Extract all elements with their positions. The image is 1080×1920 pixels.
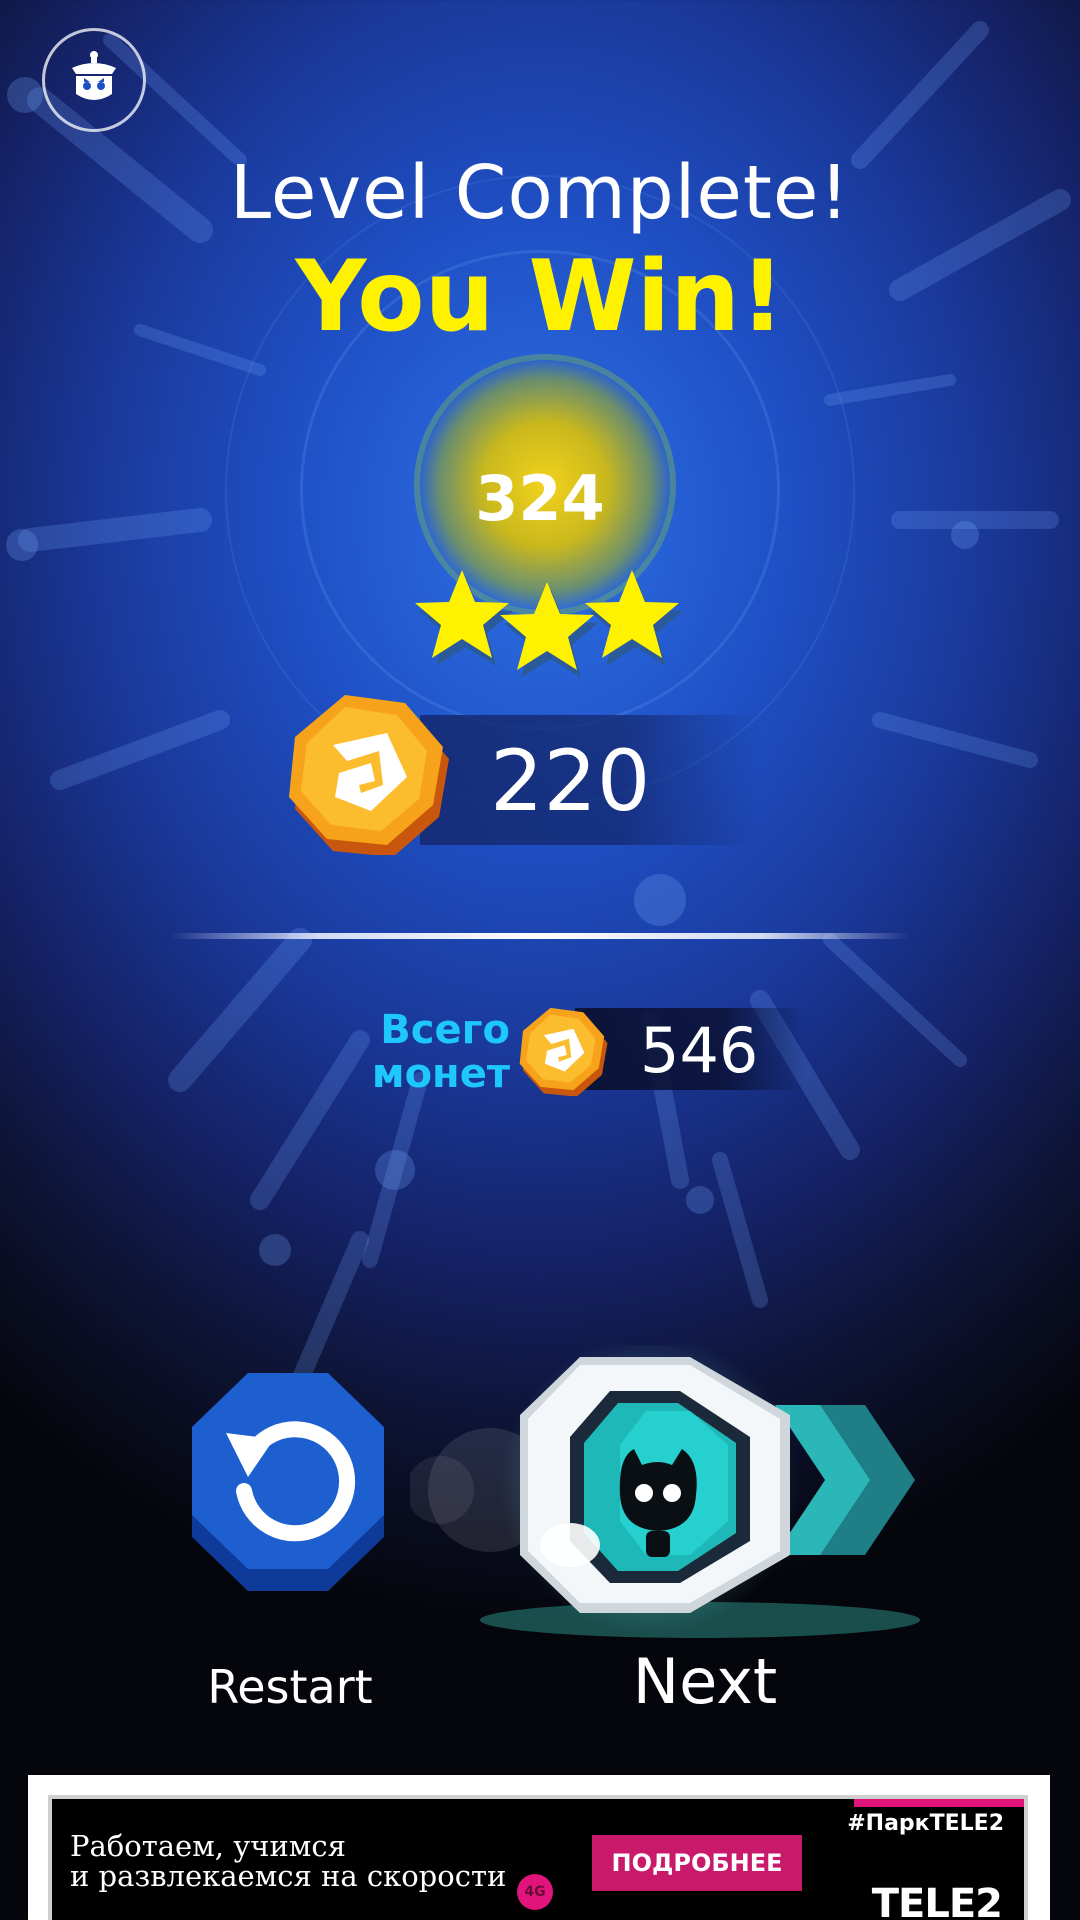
ad-4g-badge: 4G (517, 1874, 553, 1910)
ad-text-line1: Работаем, учимся (70, 1829, 346, 1863)
ad-text: Работаем, учимся и развлекаемся на скоро… (70, 1831, 506, 1891)
level-complete-title: Level Complete! (229, 150, 851, 236)
coins-earned-value: 220 (490, 732, 651, 830)
home-button[interactable] (42, 28, 146, 132)
restart-button[interactable] (178, 1365, 398, 1605)
star-icon (585, 570, 682, 666)
coin-icon (289, 695, 449, 855)
ad-banner[interactable]: Работаем, учимся и развлекаемся на скоро… (28, 1775, 1050, 1920)
ad-accent-stripe (854, 1799, 1024, 1807)
ad-text-line2: и развлекаемся на скорости (70, 1859, 507, 1893)
total-coins-value: 546 (640, 1014, 759, 1087)
ad-cta-button[interactable]: ПОДРОБНЕЕ (592, 1835, 802, 1891)
character-portal-icon (520, 1357, 790, 1613)
total-coins-label: Всего монет (340, 1008, 510, 1096)
next-label: Next (632, 1645, 778, 1718)
you-win-heading: You Win! (295, 240, 785, 354)
ad-logo: TELE2 (871, 1881, 1003, 1920)
star-icon (415, 570, 513, 666)
divider (170, 933, 910, 939)
next-button[interactable] (410, 1345, 930, 1645)
restart-label: Restart (207, 1660, 373, 1714)
star-rating (415, 570, 682, 678)
ad-hashtag: #ПаркTELE2 (847, 1811, 1004, 1836)
robot-icon (72, 51, 116, 100)
ad-content: Работаем, учимся и развлекаемся на скоро… (48, 1795, 1028, 1920)
score-value: 324 (475, 462, 605, 535)
star-icon (500, 582, 598, 678)
total-coins-label-line2: монет (371, 1051, 510, 1097)
total-coins-label-line1: Всего (380, 1007, 510, 1053)
coin-icon (519, 1007, 608, 1096)
